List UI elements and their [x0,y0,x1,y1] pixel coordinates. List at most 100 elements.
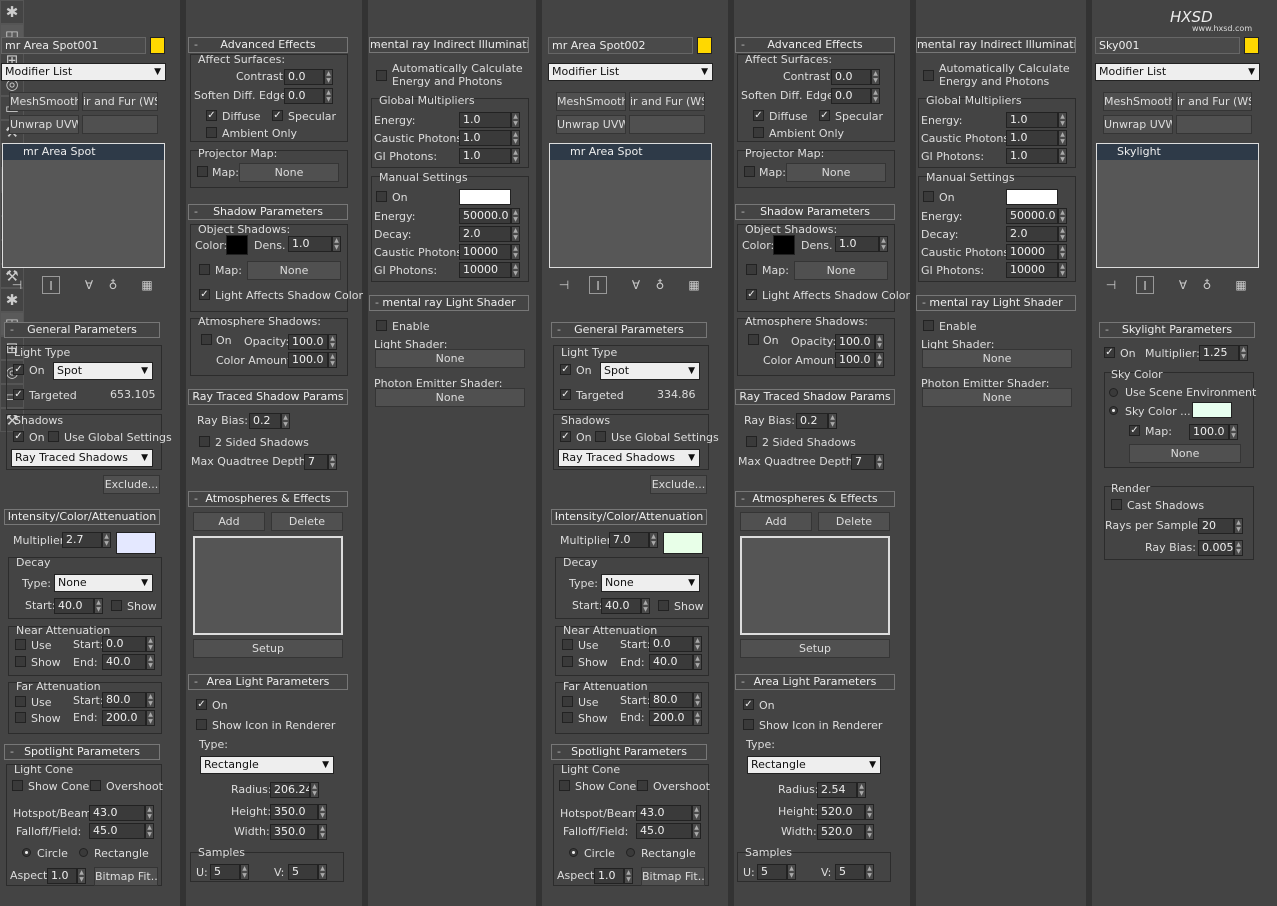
shadow-type-dropdown[interactable]: Ray Traced Shadows ▼ [11,449,153,467]
light-color-swatch[interactable] [116,532,156,554]
diffuse-checkbox[interactable]: ✓ [206,110,217,121]
shadow-map-checkbox[interactable] [746,264,757,275]
sky-multiplier-field[interactable]: 1.25 [1199,345,1239,361]
contrast-field[interactable]: 0.0 [831,69,871,85]
v-samples-field[interactable]: 5 [835,864,865,880]
caustic-field-spinner[interactable]: ▲ ▼ [1058,244,1067,260]
gm-caustic-field-spinner[interactable]: ▲ ▼ [511,130,520,146]
light-on-checkbox[interactable]: ✓ [560,364,571,375]
create-icon[interactable]: ✱ [0,0,24,24]
gm-caustic-field[interactable]: 1.0 [1006,130,1058,146]
rollout-skylight-parameters[interactable]: - Skylight Parameters [1099,322,1255,338]
object-name-field[interactable]: mr Area Spot001 [1,37,146,54]
height-field-spinner[interactable]: ▲ ▼ [865,804,874,820]
sky-ray-bias-field[interactable]: 0.005 [1198,540,1234,556]
gi-field[interactable]: 10000 [1006,262,1058,278]
gm-caustic-field[interactable]: 1.0 [459,130,511,146]
projector-map-checkbox[interactable] [744,166,755,177]
configure-sets-icon[interactable]: ▦ [1232,276,1250,294]
object-color-swatch[interactable] [1244,37,1259,54]
pin-stack-icon[interactable]: ⊣ [1102,276,1120,294]
setup-button[interactable]: Setup [193,639,343,658]
radius-field-spinner[interactable]: ▲ ▼ [857,782,866,798]
rollout-intensity-color-attenuation[interactable]: - Intensity/Color/Attenuation [551,509,707,525]
light-shader-button[interactable]: None [375,349,525,368]
add-effect-button[interactable]: Add [193,512,265,531]
light-shader-button[interactable]: None [922,349,1072,368]
modifier-stack[interactable]: Skylight [1096,143,1259,268]
v-samples-field-spinner[interactable]: ▲ ▼ [865,864,874,880]
rays-per-sample-field[interactable]: 20 [1198,518,1234,534]
sky-color-swatch[interactable] [1192,402,1232,418]
collapse-icon[interactable]: - [922,38,926,52]
auto-calc-checkbox[interactable] [376,70,387,81]
near-use-checkbox[interactable] [562,639,573,650]
stack-item[interactable]: mr Area Spot [3,144,164,160]
far-start-field[interactable]: 80.0 [102,692,146,708]
color-amount-field-spinner[interactable]: ▲ ▼ [328,352,337,368]
diffuse-checkbox[interactable]: ✓ [753,110,764,121]
empty-modifier-button[interactable] [82,115,158,134]
rollout-mental-ray-indirect[interactable]: - mental ray Indirect Illumination [369,37,529,53]
shadows-on-checkbox[interactable]: ✓ [560,431,571,442]
multiplier-field-spinner[interactable]: ▲ ▼ [649,532,658,548]
show-icon-checkbox[interactable] [743,719,754,730]
far-use-checkbox[interactable] [15,696,26,707]
gm-energy-field-spinner[interactable]: ▲ ▼ [511,112,520,128]
overshoot-checkbox[interactable] [637,780,648,791]
rollout-advanced-effects[interactable]: - Advanced Effects [735,37,895,53]
rollout-shadow-parameters[interactable]: - Shadow Parameters [188,204,348,220]
sky-color-radio[interactable] [1109,406,1118,415]
contrast-field[interactable]: 0.0 [284,69,324,85]
density-field-spinner[interactable]: ▲ ▼ [879,236,888,252]
light-type-dropdown[interactable]: Spot ▼ [53,362,153,380]
setup-button[interactable]: Setup [740,639,890,658]
collapse-icon[interactable]: - [194,38,198,52]
sky-map-field[interactable]: 100.0 [1189,424,1229,440]
remove-modifier-icon[interactable]: ♁ [651,276,669,294]
contrast-field-spinner[interactable]: ▲ ▼ [871,69,880,85]
far-show-checkbox[interactable] [15,712,26,723]
decay-field[interactable]: 2.0 [1006,226,1058,242]
shadow-map-button[interactable]: None [794,261,888,280]
show-end-result-icon[interactable]: Ⅰ [42,276,60,294]
use-global-checkbox[interactable] [595,431,606,442]
atm-on-checkbox[interactable] [748,334,759,345]
near-show-checkbox[interactable] [15,656,26,667]
atm-on-checkbox[interactable] [201,334,212,345]
circle-radio[interactable] [22,848,31,857]
falloff-field[interactable]: 45.0 [89,823,145,839]
projector-map-checkbox[interactable] [197,166,208,177]
radius-field[interactable]: 206.24 [270,782,310,798]
far-end-field[interactable]: 200.0 [649,710,693,726]
shadow-color-swatch[interactable] [773,235,795,255]
use-scene-env-radio[interactable] [1109,388,1118,397]
shadow-color-swatch[interactable] [226,235,248,255]
ray-bias-field-spinner[interactable]: ▲ ▼ [828,413,837,429]
rollout-general-parameters[interactable]: - General Parameters [4,322,160,338]
energy-field[interactable]: 50000.0 [1006,208,1058,224]
energy-field[interactable]: 50000.0 [459,208,511,224]
modifier-stack[interactable]: mr Area Spot [2,143,165,268]
sky-ray-bias-field-spinner[interactable]: ▲ ▼ [1234,540,1243,556]
object-color-swatch[interactable] [150,37,165,54]
specular-checkbox[interactable]: ✓ [819,110,830,121]
area-on-checkbox[interactable]: ✓ [196,699,207,710]
hair-and-fur-button[interactable]: ir and Fur (WS [629,92,705,111]
projector-map-button[interactable]: None [239,163,339,182]
two-sided-checkbox[interactable] [199,436,210,447]
energy-field-spinner[interactable]: ▲ ▼ [511,208,520,224]
decay-start-field[interactable]: 40.0 [54,598,94,614]
area-type-dropdown[interactable]: Rectangle ▼ [747,756,881,774]
width-field-spinner[interactable]: ▲ ▼ [318,824,327,840]
modifier-list-dropdown[interactable]: Modifier List ▼ [1095,63,1260,81]
effects-list[interactable] [740,536,890,635]
light-color-swatch[interactable] [663,532,703,554]
caustic-field[interactable]: 10000 [1006,244,1058,260]
aspect-field[interactable]: 1.0 [47,868,77,884]
ray-bias-field[interactable]: 0.2 [796,413,828,429]
decay-field-spinner[interactable]: ▲ ▼ [1058,226,1067,242]
near-start-field[interactable]: 0.0 [102,636,146,652]
near-end-field[interactable]: 40.0 [649,654,693,670]
soften-field-spinner[interactable]: ▲ ▼ [324,88,333,104]
